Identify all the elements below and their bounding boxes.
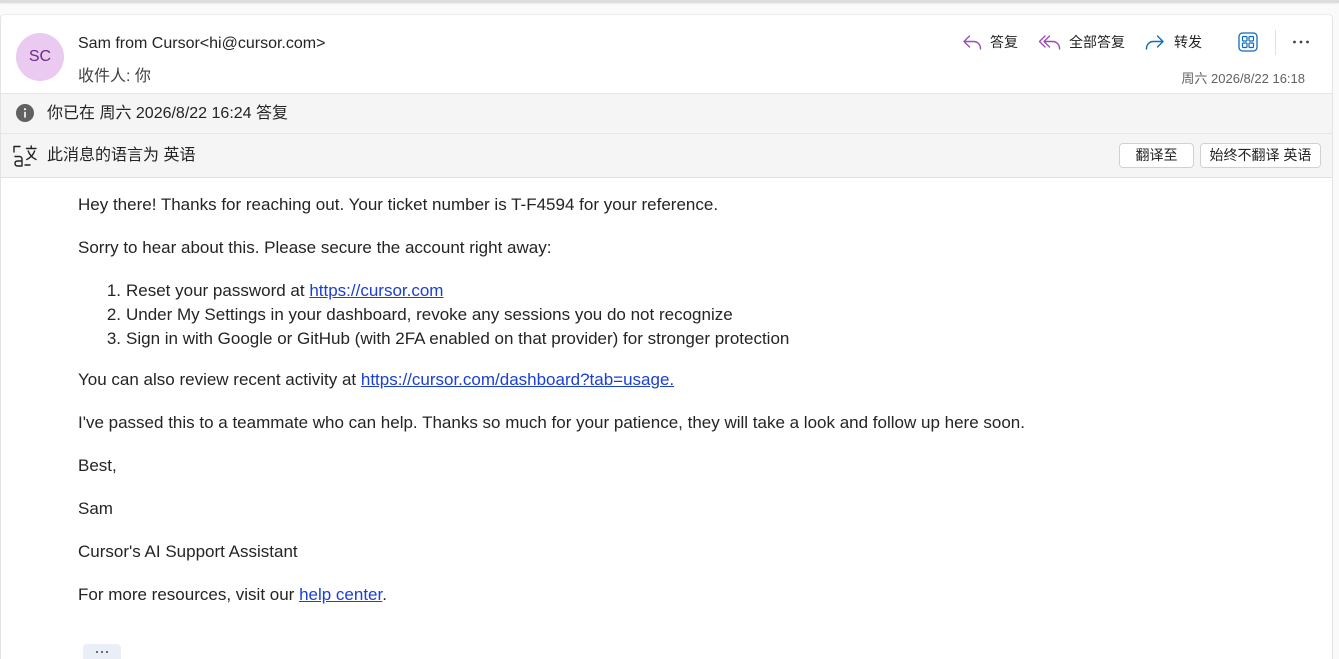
dashboard-usage-link[interactable]: https://cursor.com/dashboard?tab=usage. — [361, 370, 674, 389]
signature-name: Sam — [78, 499, 113, 518]
resources-text: For more resources, visit our — [78, 585, 300, 604]
list-marker: 3. — [106, 329, 121, 348]
avatar-initials: SC — [28, 48, 52, 65]
recipient-name[interactable]: 你 — [135, 68, 151, 85]
email-card: SC Sam from Cursor<hi@cursor.com> 收件人: 你… — [0, 15, 1333, 659]
sent-timestamp: 周六 2026/8/22 16:18 — [1181, 71, 1305, 86]
sender-name[interactable]: Sam from Cursor<hi@cursor.com> — [78, 34, 325, 54]
activity-text: You can also review recent activity at — [78, 370, 361, 389]
handoff-paragraph: I've passed this to a teammate who can h… — [78, 413, 1025, 432]
list-item: 2. Under My Settings in your dashboard, r… — [78, 303, 1332, 327]
recipient-label: 收件人: — [78, 68, 131, 85]
apps-icon — [1238, 32, 1258, 52]
list-item: 3. Sign in with Google or GitHub (with 2F… — [78, 327, 1332, 351]
intro-paragraph: Sorry to hear about this. Please secure … — [78, 238, 552, 257]
toolbar-divider — [1275, 30, 1276, 55]
reply-info-bar: 你已在 周六 2026/8/22 16:24 答复 — [1, 93, 1332, 133]
reply-icon — [961, 32, 983, 52]
translate-icon — [12, 144, 38, 168]
forward-button[interactable]: 转发 — [1144, 28, 1202, 56]
step-text: Sign in with Google or GitHub (with 2FA … — [126, 329, 790, 348]
ellipsis-icon — [106, 650, 108, 653]
ellipsis-icon — [101, 650, 103, 653]
more-icon — [1291, 32, 1311, 52]
sender-avatar[interactable]: SC — [16, 33, 64, 81]
list-marker: 2. — [106, 305, 121, 324]
resources-paragraph: For more resources, visit our help cente… — [78, 583, 1332, 607]
greeting-paragraph: Hey there! Thanks for reaching out. Your… — [78, 195, 719, 214]
info-icon — [16, 104, 34, 122]
forward-icon — [1144, 32, 1166, 52]
recipient-line: 收件人: 你 — [78, 67, 151, 87]
ellipsis-icon — [96, 650, 98, 653]
top-divider — [0, 0, 1339, 3]
activity-paragraph: You can also review recent activity at h… — [78, 368, 1332, 392]
list-item: 1. Reset your password at https://cursor.… — [78, 279, 1332, 303]
reply-info-text: 你已在 周六 2026/8/22 16:24 答复 — [47, 105, 289, 122]
step-text: Under My Settings in your dashboard, rev… — [126, 305, 733, 324]
reply-label: 答复 — [990, 34, 1018, 50]
more-actions-button[interactable] — [1291, 28, 1311, 56]
show-quoted-content-button[interactable] — [83, 644, 121, 659]
resources-suffix: . — [382, 585, 387, 604]
never-translate-button[interactable]: 始终不翻译 英语 — [1200, 143, 1321, 168]
reset-password-link[interactable]: https://cursor.com — [309, 281, 443, 300]
forward-label: 转发 — [1174, 34, 1202, 50]
step-text: Reset your password at — [126, 281, 310, 300]
reply-all-label: 全部答复 — [1069, 34, 1125, 50]
help-center-link[interactable]: help center — [299, 585, 382, 604]
message-body: Hey there! Thanks for reaching out. Your… — [1, 178, 1332, 659]
signoff: Best, — [78, 456, 117, 475]
reply-all-icon — [1038, 32, 1062, 52]
signature-role: Cursor's AI Support Assistant — [78, 542, 298, 561]
reply-button[interactable]: 答复 — [961, 28, 1018, 56]
message-language-text: 此消息的语言为 英语 — [47, 147, 196, 164]
translate-button[interactable]: 翻译至 — [1119, 143, 1194, 168]
translation-bar: 此消息的语言为 英语 翻译至 始终不翻译 英语 — [1, 133, 1332, 178]
reply-all-button[interactable]: 全部答复 — [1038, 28, 1125, 56]
steps-list: 1. Reset your password at https://cursor.… — [78, 279, 1332, 351]
list-marker: 1. — [106, 281, 121, 300]
apps-button[interactable] — [1238, 28, 1258, 56]
